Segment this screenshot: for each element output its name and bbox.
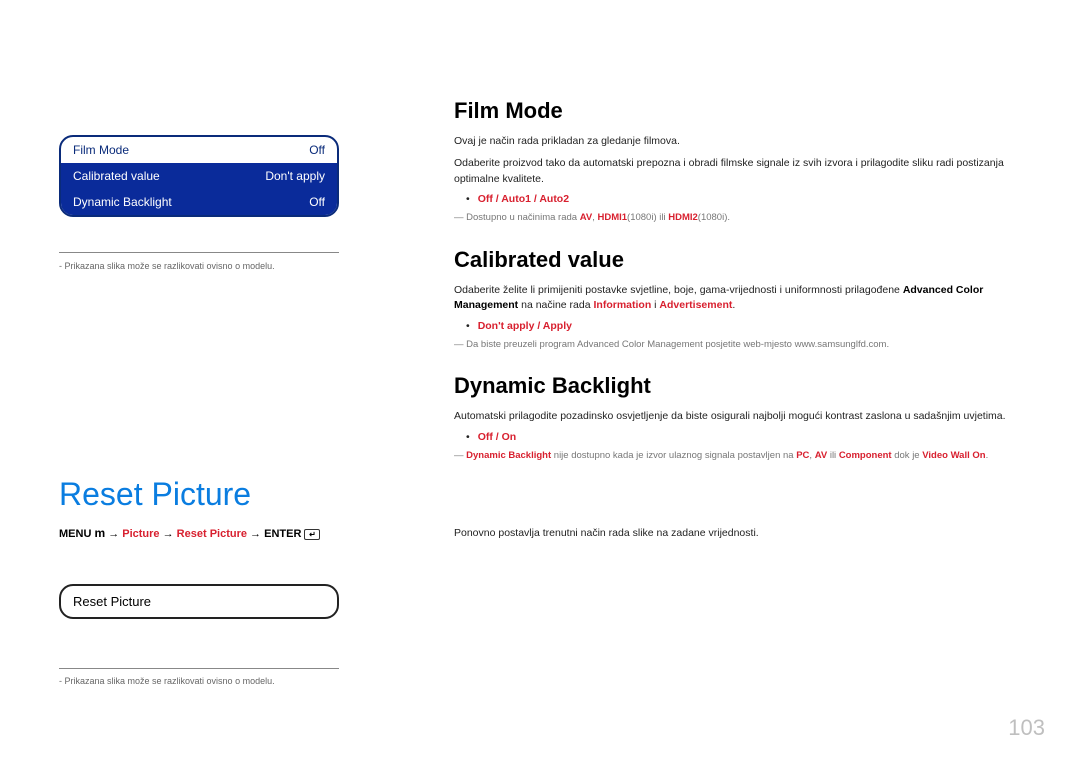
film-mode-heading: Film Mode xyxy=(454,98,1024,124)
left-column: Film Mode Off Calibrated value Don't app… xyxy=(59,135,339,271)
menu-label: Dynamic Backlight xyxy=(73,195,172,209)
calibrated-value-heading: Calibrated value xyxy=(454,247,1024,273)
dynamic-backlight-heading: Dynamic Backlight xyxy=(454,373,1024,399)
breadcrumb-picture: Picture xyxy=(122,528,159,540)
arrow-icon: → xyxy=(108,528,122,540)
breadcrumb-enter: ENTER xyxy=(264,528,301,540)
image-caption: - Prikazana slika može se razlikovati ov… xyxy=(59,676,275,686)
arrow-icon: → xyxy=(163,528,177,540)
film-mode-desc1: Ovaj je način rada prikladan za gledanje… xyxy=(454,134,1024,150)
menu-label: Film Mode xyxy=(73,143,129,157)
picture-options-menu: Film Mode Off Calibrated value Don't app… xyxy=(59,135,339,217)
menu-label: Calibrated value xyxy=(73,169,160,183)
divider xyxy=(59,252,339,253)
menu-icon: m xyxy=(94,526,105,540)
breadcrumb-menu: MENU xyxy=(59,528,91,540)
page-number: 103 xyxy=(1008,715,1045,741)
film-mode-note: ― Dostupno u načinima rada AV, HDMI1(108… xyxy=(454,211,1024,224)
right-column: Film Mode Ovaj je način rada prikladan z… xyxy=(454,98,1024,476)
divider xyxy=(59,668,339,669)
menu-row-film-mode[interactable]: Film Mode Off xyxy=(61,137,337,163)
image-caption: - Prikazana slika može se razlikovati ov… xyxy=(59,261,339,271)
dynamic-backlight-desc: Automatski prilagodite pozadinsko osvjet… xyxy=(454,409,1024,425)
breadcrumb-reset: Reset Picture xyxy=(177,528,247,540)
dynamic-backlight-note: ― Dynamic Backlight nije dostupno kada j… xyxy=(454,449,1024,462)
menu-value: Don't apply xyxy=(265,169,325,183)
arrow-icon: → xyxy=(250,528,264,540)
menu-value: Off xyxy=(309,143,325,157)
enter-icon: ↵ xyxy=(304,529,320,540)
menu-value: Off xyxy=(309,195,325,209)
calibrated-value-note: ― Da biste preuzeli program Advanced Col… xyxy=(454,338,1024,351)
reset-picture-label: Reset Picture xyxy=(73,594,151,609)
dynamic-backlight-options: Off / On xyxy=(466,431,1024,443)
reset-picture-menu-item[interactable]: Reset Picture xyxy=(59,584,339,619)
film-mode-desc2: Odaberite proizvod tako da automatski pr… xyxy=(454,156,1024,188)
reset-picture-desc: Ponovno postavlja trenutni način rada sl… xyxy=(454,526,1024,542)
breadcrumb: MENU m → Picture → Reset Picture → ENTER… xyxy=(59,526,320,540)
calibrated-value-options: Don't apply / Apply xyxy=(466,320,1024,332)
menu-row-dynamic-backlight[interactable]: Dynamic Backlight Off xyxy=(61,189,337,215)
film-mode-options: Off / Auto1 / Auto2 xyxy=(466,193,1024,205)
menu-row-calibrated-value[interactable]: Calibrated value Don't apply xyxy=(61,163,337,189)
reset-picture-heading: Reset Picture xyxy=(59,476,251,513)
calibrated-value-desc: Odaberite želite li primijeniti postavke… xyxy=(454,283,1024,315)
